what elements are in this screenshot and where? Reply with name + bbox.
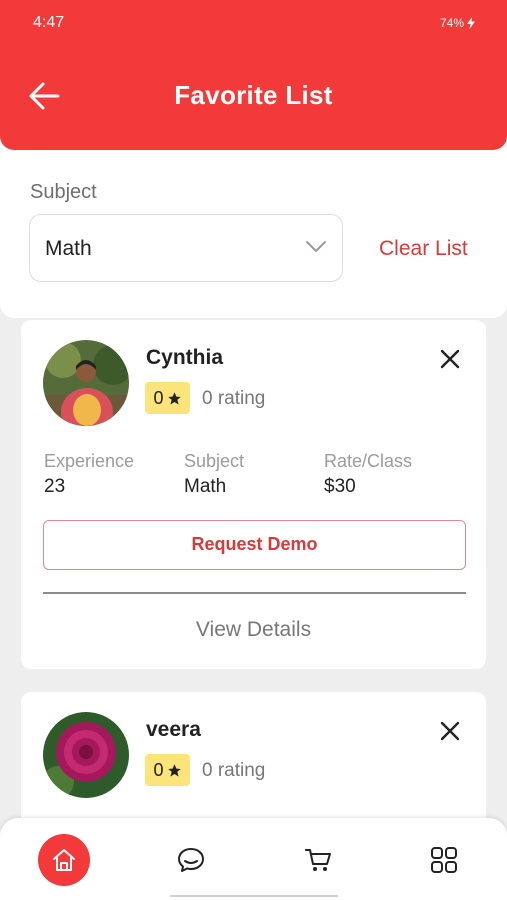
rate-value: $30 <box>324 476 356 497</box>
nav-home[interactable] <box>38 834 90 886</box>
rating-badge: 0 <box>145 754 190 786</box>
tutor-name: Cynthia <box>146 346 224 369</box>
remove-favorite-button[interactable] <box>440 721 460 741</box>
bottom-navigation <box>0 818 507 900</box>
nav-cart[interactable] <box>292 834 344 886</box>
close-icon <box>440 721 460 741</box>
filter-panel: Subject Math Clear List <box>0 140 507 318</box>
home-indicator <box>170 895 338 897</box>
page-title: Favorite List <box>174 80 333 110</box>
clear-list-button[interactable]: Clear List <box>379 237 468 261</box>
tutor-card: Cynthia 0 0 rating Experience 23 Subject… <box>21 320 486 669</box>
subject-value: Math <box>184 476 227 497</box>
rating-count: 0 rating <box>202 388 266 409</box>
status-time: 4:47 <box>33 14 65 31</box>
cart-icon <box>305 849 331 871</box>
experience-value: 23 <box>44 476 66 497</box>
charging-icon <box>467 17 475 29</box>
view-details-button[interactable]: View Details <box>21 618 486 642</box>
rating-value: 0 <box>153 387 164 408</box>
experience-label: Experience <box>44 451 135 471</box>
rating-count: 0 rating <box>202 760 266 781</box>
nav-chat[interactable] <box>165 834 217 886</box>
home-icon <box>53 849 75 871</box>
tutor-name: veera <box>146 718 201 741</box>
chat-icon <box>178 848 204 872</box>
battery-status: 74% <box>440 16 475 30</box>
avatar <box>43 340 129 426</box>
rating-value: 0 <box>153 759 164 780</box>
battery-level: 74% <box>439 16 464 30</box>
grid-icon <box>431 847 457 873</box>
request-demo-button[interactable]: Request Demo <box>43 520 466 570</box>
app-header: 4:47 74% Favorite List <box>0 0 507 150</box>
avatar <box>43 712 129 798</box>
star-icon <box>167 391 181 404</box>
star-icon <box>167 763 181 776</box>
rate-label: Rate/Class <box>324 451 413 471</box>
rating-badge: 0 <box>145 382 190 414</box>
subject-dropdown[interactable]: Math <box>29 214 343 282</box>
divider <box>43 592 466 594</box>
subject-label: Subject <box>184 451 245 471</box>
nav-menu[interactable] <box>418 834 470 886</box>
chevron-down-icon <box>306 241 326 252</box>
subject-label: Subject <box>30 181 97 203</box>
close-icon <box>440 349 460 369</box>
subject-selected-value: Math <box>45 237 92 260</box>
remove-favorite-button[interactable] <box>440 349 460 369</box>
